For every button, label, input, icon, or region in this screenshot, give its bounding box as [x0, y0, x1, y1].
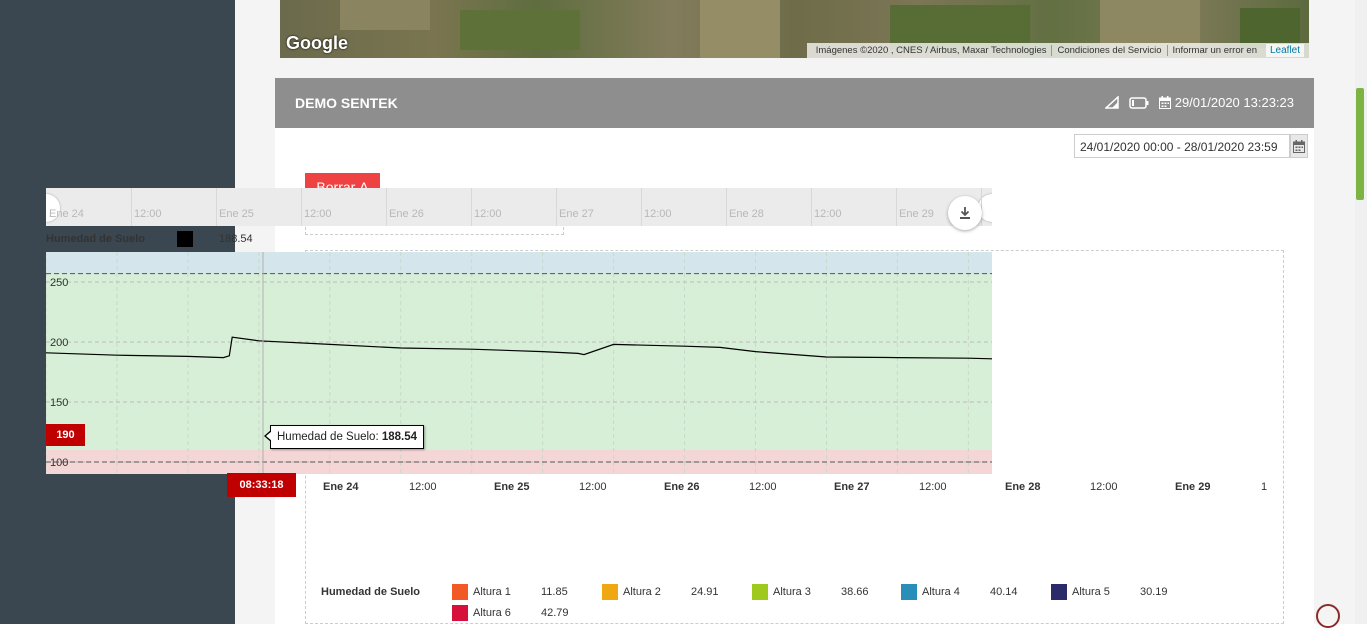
navigator-tick-label: 12:00: [304, 208, 332, 220]
date-range-input[interactable]: 24/01/2020 00:00 - 28/01/2020 23:59: [1074, 134, 1290, 158]
download-icon: [960, 207, 970, 219]
x-tick-label: Ene 29: [1175, 481, 1211, 493]
navigator-grid-line: [896, 188, 897, 226]
legend-value-altura: 11.85: [541, 586, 568, 598]
signal-icon: [1104, 96, 1119, 109]
chart-tooltip: Humedad de Suelo: 188.54: [270, 425, 425, 449]
series-line-humedad: [46, 336, 992, 360]
panel-meta: 29/01/2020 13:23:23: [1104, 95, 1294, 110]
calendar-icon: [1158, 96, 1171, 109]
panel-title: DEMO SENTEK: [295, 95, 398, 111]
tooltip-label: Humedad de Suelo:: [277, 431, 379, 443]
y-tick-label: 250: [50, 277, 68, 289]
legend-value-altura: 38.66: [841, 586, 869, 598]
legend-swatch-altura[interactable]: [452, 584, 468, 600]
scrollbar-thumb[interactable]: [1356, 88, 1364, 200]
attribution-terms-link[interactable]: Condiciones del Servicio: [1051, 45, 1166, 56]
navigator-grid-line: [471, 188, 472, 226]
x-tick-label: Ene 27: [834, 481, 870, 493]
navigator-grid-line: [216, 188, 217, 226]
legend-swatch-altura[interactable]: [1051, 584, 1067, 600]
y-tick-label: 100: [50, 457, 68, 469]
navigator-grid-line: [641, 188, 642, 226]
app-logo-icon: [1316, 604, 1340, 628]
legend-series-swatch[interactable]: [177, 231, 193, 247]
attribution-imagery: Imágenes ©2020 , CNES / Airbus, Maxar Te…: [815, 45, 1047, 56]
navigator-grid-line: [556, 188, 557, 226]
legend-label-altura: Altura 1: [473, 586, 511, 598]
x-tick-label: 12:00: [1090, 481, 1118, 493]
legend-label-altura: Altura 5: [1072, 586, 1110, 598]
x-tick-label: Ene 24: [323, 481, 359, 493]
y-tick-label: 150: [50, 397, 68, 409]
navigator-grid-line: [386, 188, 387, 226]
navigator-tick-label: Ene 24: [49, 208, 84, 220]
navigator-grid-line: [301, 188, 302, 226]
x-tick-label: 12:00: [749, 481, 777, 493]
navigator-grid-line: [726, 188, 727, 226]
panel-header: DEMO SENTEK 29/01/2020 13:23:23: [275, 78, 1314, 128]
legend-label-altura: Altura 6: [473, 607, 511, 619]
navigator-grid-line: [811, 188, 812, 226]
x-cursor-label: 08:33:18: [227, 473, 296, 497]
chart-navigator[interactable]: Ene 24 12:00 Ene 25 12:00 Ene 26 12:00 Ene 27 1…: [46, 188, 992, 226]
legend-value-altura: 40.14: [990, 586, 1018, 598]
legend-swatch-altura[interactable]: [901, 584, 917, 600]
legend-swatch-altura[interactable]: [752, 584, 768, 600]
navigator-tick-label: 12:00: [814, 208, 842, 220]
navigator-grid-line: [131, 188, 132, 226]
navigator-tick-label: 12:00: [644, 208, 672, 220]
legend-label-altura: Altura 2: [623, 586, 661, 598]
x-tick-label: Ene 28: [1005, 481, 1041, 493]
tooltip-arrow-inner: [266, 431, 272, 441]
legend-label-altura: Altura 3: [773, 586, 811, 598]
map-attribution: Imágenes ©2020 , CNES / Airbus, Maxar Te…: [806, 43, 1309, 58]
x-tick-label: Ene 26: [664, 481, 700, 493]
legend-value-altura: 42.79: [541, 607, 569, 619]
date-range-picker-button[interactable]: [1290, 134, 1308, 158]
last-update-datetime: 29/01/2020 13:23:23: [1174, 95, 1294, 110]
tooltip-value: 188.54: [381, 431, 418, 443]
x-tick-label: Ene 25: [494, 481, 530, 493]
line-chart: 100 150 200 250: [46, 252, 992, 474]
x-tick-label: 12:00: [409, 481, 437, 493]
satellite-map[interactable]: Google Imágenes ©2020 , CNES / Airbus, M…: [280, 0, 1309, 58]
x-tick-label: 12:00: [579, 481, 607, 493]
legend-value-altura: 30.19: [1140, 586, 1168, 598]
x-tick-label: 1: [1261, 481, 1268, 493]
calendar-icon: [1293, 139, 1305, 153]
navigator-tick-label: Ene 29: [899, 208, 934, 220]
navigator-tick-label: 12:00: [474, 208, 502, 220]
navigator-tick-label: Ene 25: [219, 208, 254, 220]
legend-label-altura: Altura 4: [922, 586, 960, 598]
plot-area[interactable]: 100 150 200 250: [46, 252, 992, 474]
legend-series-label: Humedad de Suelo: [46, 233, 146, 245]
legend-series-value: 188.54: [219, 233, 253, 245]
google-logo: Google: [286, 33, 348, 53]
navigator-tick-label: Ene 26: [389, 208, 424, 220]
navigator-tick-label: 12:00: [134, 208, 162, 220]
x-tick-label: 12:00: [919, 481, 947, 493]
navigator-tick-label: Ene 27: [559, 208, 594, 220]
leaflet-link[interactable]: Leaflet: [1266, 44, 1305, 57]
y-tick-label: 200: [50, 337, 68, 349]
y-cursor-label: 190: [46, 424, 85, 446]
legend-bottom-title: Humedad de Suelo: [321, 586, 421, 598]
chart-download-button[interactable]: [948, 196, 982, 230]
legend-swatch-altura[interactable]: [452, 605, 468, 621]
legend-swatch-altura[interactable]: [602, 584, 618, 600]
battery-icon: [1128, 96, 1149, 109]
navigator-tick-label: Ene 28: [729, 208, 764, 220]
legend-value-altura: 24.91: [691, 586, 719, 598]
